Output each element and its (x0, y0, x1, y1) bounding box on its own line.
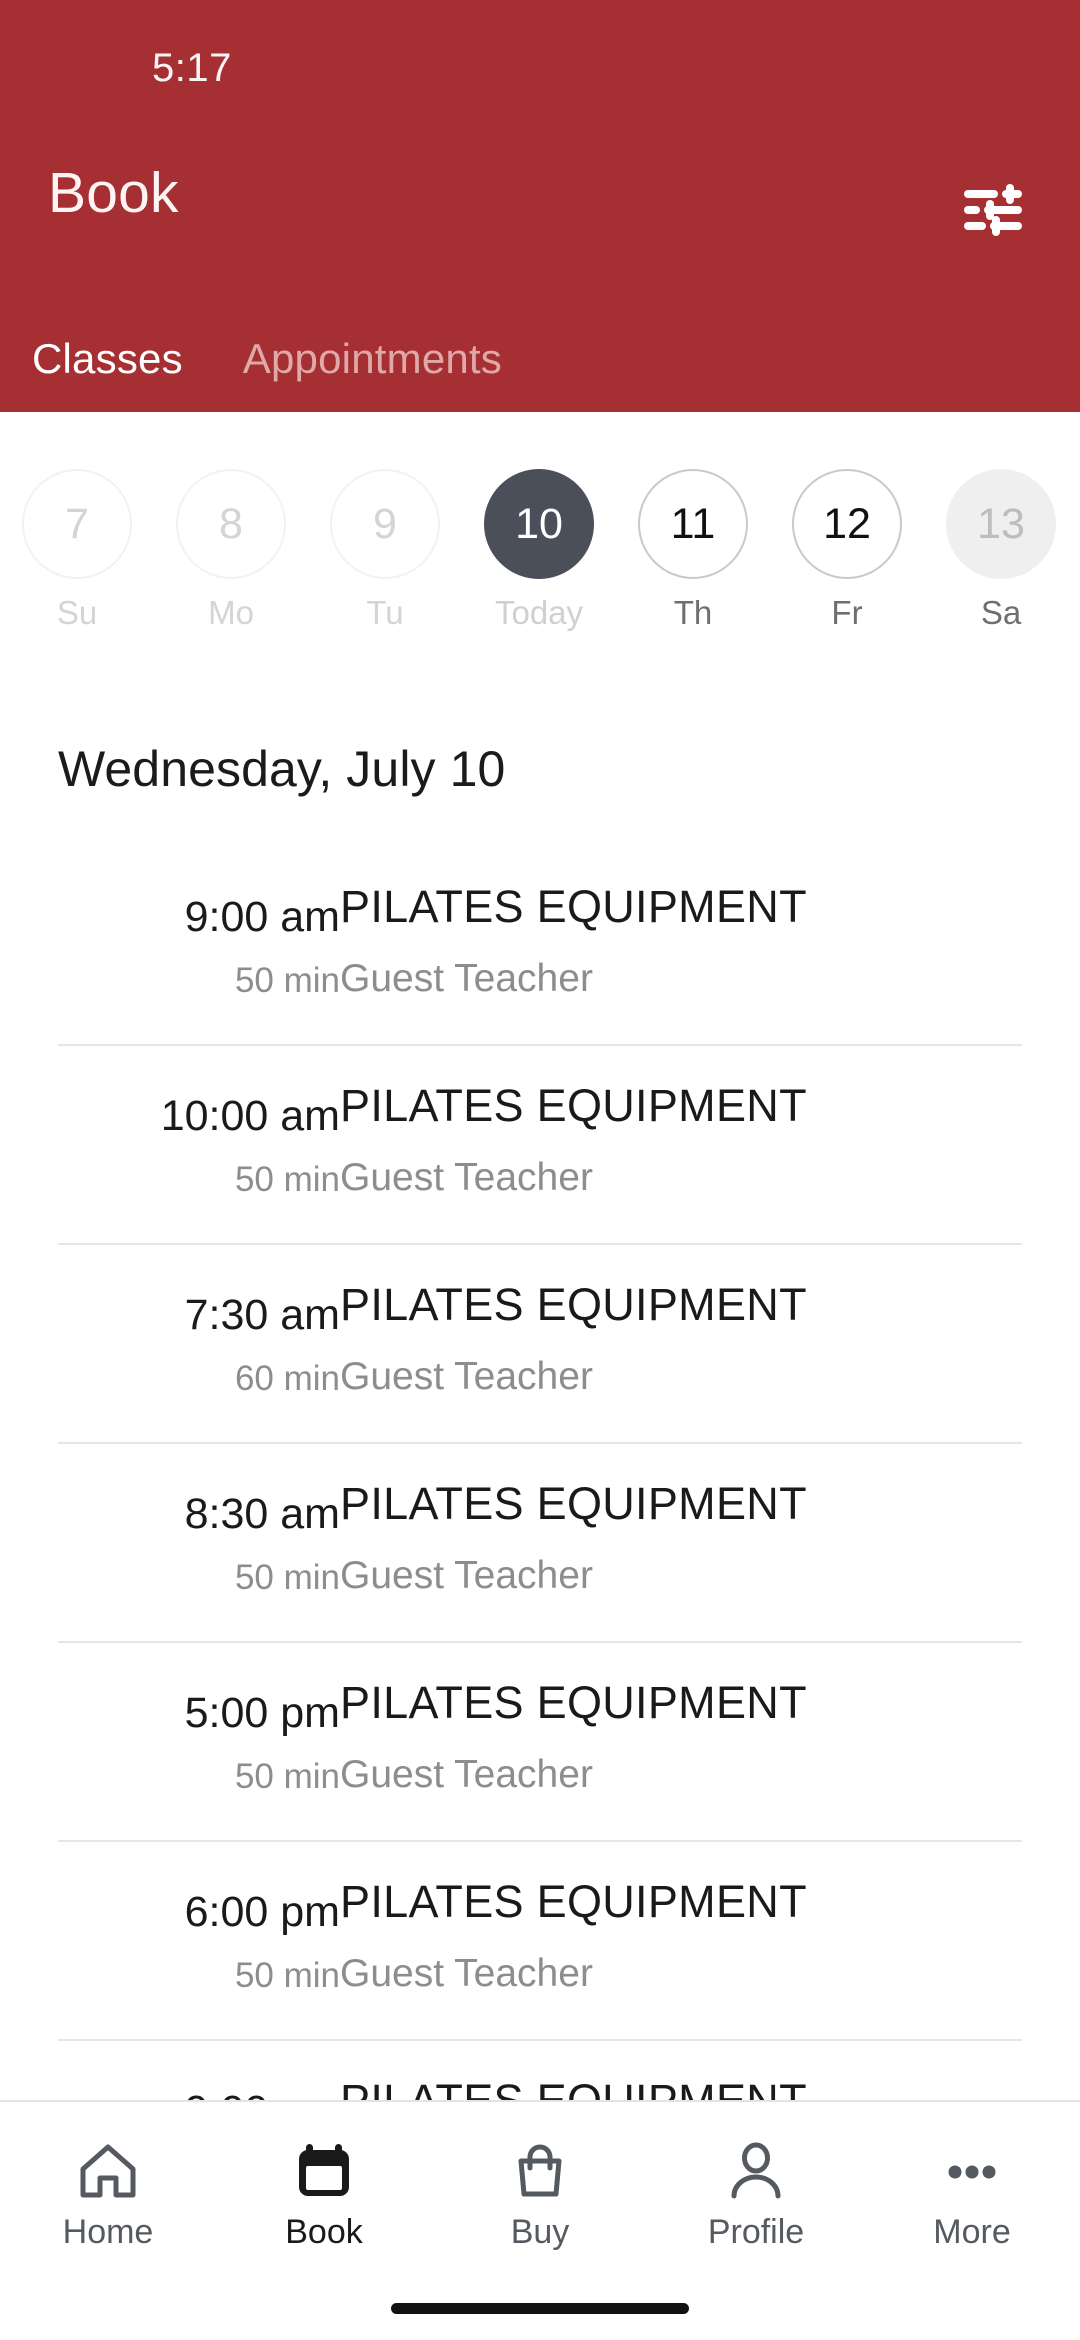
calendar-icon (294, 2140, 354, 2202)
class-teacher: Guest Teacher (340, 1952, 593, 1995)
class-time: 8:30 am (184, 1490, 340, 1538)
nav-label: Book (285, 2213, 363, 2251)
date-selector-strip[interactable]: 7 Su 8 Mo 9 Tu 10 Today 11 Th 12 Fr 13 S… (0, 412, 1080, 667)
class-duration: 50 min (234, 1956, 340, 1995)
nav-item-profile[interactable]: Profile (648, 2102, 864, 2249)
date-weekday: Th (673, 594, 713, 631)
app-header: 5:17 Book Classes Appointments (0, 0, 1080, 412)
class-duration: 50 min (234, 1558, 340, 1597)
nav-item-home[interactable]: Home (0, 2102, 216, 2249)
tab-appointments[interactable]: Appointments (243, 338, 502, 380)
class-list-item[interactable]: 7:30 am 60 min PILATES EQUIPMENT Guest T… (0, 1243, 1080, 1442)
class-title: PILATES EQUIPMENT (340, 1677, 807, 1728)
app-screen: 5:17 Book Classes Appointments 7 Su 8 Mo… (0, 0, 1080, 2340)
class-title: PILATES EQUIPMENT (340, 2075, 807, 2101)
class-list-item[interactable]: 10:00 am 50 min PILATES EQUIPMENT Guest … (0, 1044, 1080, 1243)
date-weekday: Sa (980, 594, 1022, 631)
home-icon (78, 2140, 138, 2202)
person-icon (726, 2140, 786, 2202)
class-title: PILATES EQUIPMENT (340, 1080, 807, 1131)
class-time: 9:00 am (184, 893, 340, 941)
date-number: 8 (176, 469, 286, 579)
date-item-7[interactable]: 7 Su (0, 412, 154, 629)
date-weekday: Tu (366, 594, 404, 631)
class-title: PILATES EQUIPMENT (340, 881, 807, 932)
class-time: 9:00 am (185, 2087, 340, 2101)
tune-sliders-icon (964, 184, 1022, 236)
ellipsis-icon (942, 2140, 1002, 2202)
home-indicator (391, 2303, 689, 2314)
date-item-9[interactable]: 9 Tu (308, 412, 462, 629)
tab-classes[interactable]: Classes (32, 338, 183, 380)
class-time: 6:00 pm (184, 1888, 340, 1936)
class-duration: 50 min (234, 1757, 340, 1796)
class-duration: 50 min (234, 1160, 340, 1199)
class-title: PILATES EQUIPMENT (340, 1478, 807, 1529)
bag-icon (510, 2140, 570, 2202)
class-list-item[interactable]: 5:00 pm 50 min PILATES EQUIPMENT Guest T… (0, 1641, 1080, 1840)
class-list-item[interactable]: 6:00 pm 50 min PILATES EQUIPMENT Guest T… (0, 1840, 1080, 2039)
date-number: 10 (484, 469, 594, 579)
header-tabs: Classes Appointments (0, 306, 1080, 412)
nav-label: More (933, 2213, 1011, 2251)
status-bar: 5:17 (0, 0, 1080, 112)
date-weekday: Su (56, 594, 98, 631)
filter-button[interactable] (948, 170, 1038, 250)
date-number: 11 (638, 469, 748, 579)
status-bar-clock: 5:17 (152, 46, 232, 90)
class-teacher: Guest Teacher (340, 957, 593, 1000)
class-teacher: Guest Teacher (340, 1753, 593, 1796)
date-item-8[interactable]: 8 Mo (154, 412, 308, 629)
class-duration: 50 min (234, 961, 340, 1000)
page-title: Book (48, 161, 179, 225)
nav-label: Profile (707, 2213, 805, 2251)
class-time: 5:00 pm (184, 1689, 340, 1737)
class-teacher: Guest Teacher (340, 1554, 593, 1597)
class-title: PILATES EQUIPMENT (340, 1876, 807, 1927)
class-time: 10:00 am (160, 1092, 340, 1140)
class-list-item[interactable]: 9:00 am 50 min PILATES EQUIPMENT Guest T… (0, 845, 1080, 1044)
nav-item-more[interactable]: More (864, 2102, 1080, 2249)
date-weekday: Fr (831, 594, 863, 631)
date-weekday: Mo (208, 594, 254, 631)
date-number: 9 (330, 469, 440, 579)
nav-item-book[interactable]: Book (216, 2102, 432, 2249)
class-list-item[interactable]: 9:00 am PILATES EQUIPMENT (0, 2039, 1080, 2101)
date-number: 13 (946, 469, 1056, 579)
date-item-13[interactable]: 13 Sa (924, 412, 1078, 629)
nav-label: Buy (510, 2213, 570, 2251)
class-list[interactable]: 9:00 am 50 min PILATES EQUIPMENT Guest T… (0, 845, 1080, 2101)
date-number: 7 (22, 469, 132, 579)
class-list-item[interactable]: 8:30 am 50 min PILATES EQUIPMENT Guest T… (0, 1442, 1080, 1641)
class-teacher: Guest Teacher (340, 1355, 593, 1398)
selected-date-heading: Wednesday, July 10 (58, 741, 506, 797)
class-time: 7:30 am (184, 1291, 340, 1339)
date-item-12[interactable]: 12 Fr (770, 412, 924, 629)
nav-item-buy[interactable]: Buy (432, 2102, 648, 2249)
date-weekday: Today (494, 594, 584, 631)
date-number: 12 (792, 469, 902, 579)
class-duration: 60 min (234, 1359, 340, 1398)
class-title: PILATES EQUIPMENT (340, 1279, 807, 1330)
class-teacher: Guest Teacher (340, 1156, 593, 1199)
date-item-11[interactable]: 11 Th (616, 412, 770, 629)
nav-label: Home (62, 2213, 154, 2251)
date-item-10-selected[interactable]: 10 Today (462, 412, 616, 629)
